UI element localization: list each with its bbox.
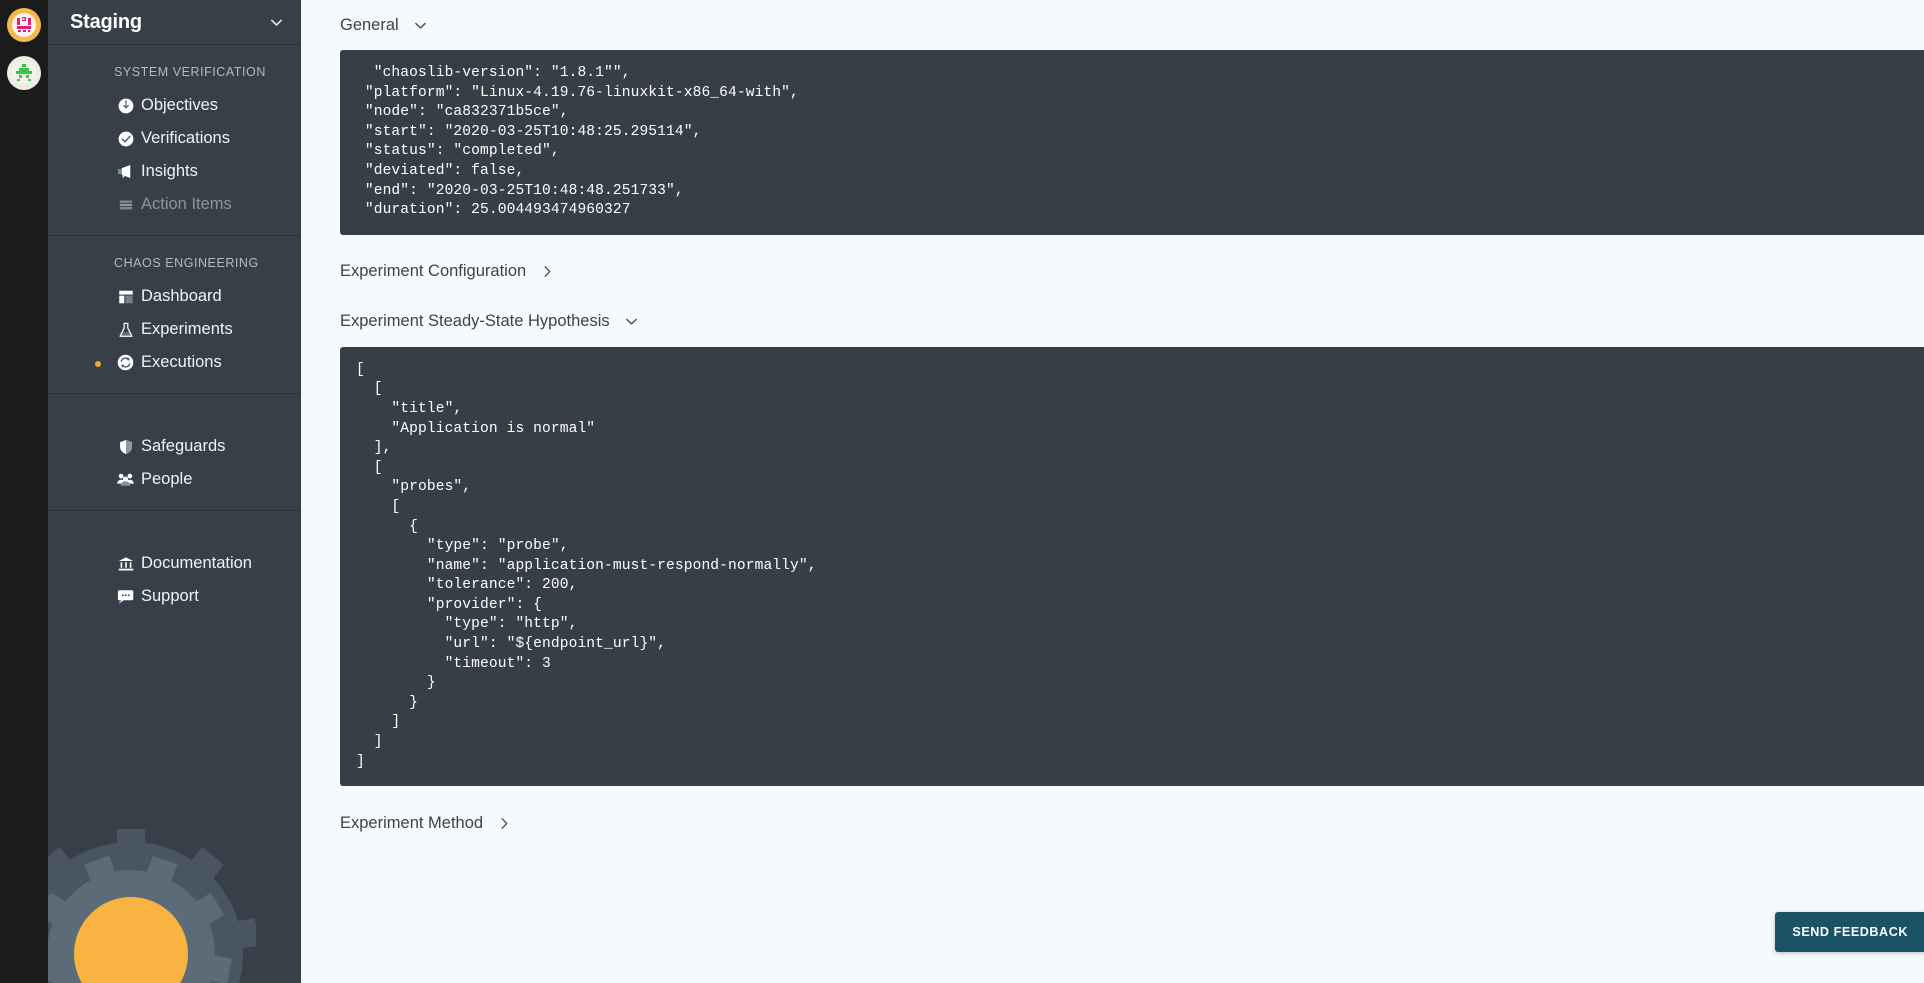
people-icon [116, 470, 135, 489]
nav-group-admin: Safeguards People [48, 394, 301, 511]
sidebar-item-insights[interactable]: Insights [48, 155, 301, 188]
sidebar-item-action-items[interactable]: Action Items [48, 188, 301, 221]
workspace-name: Staging [70, 10, 142, 33]
sidebar-item-label: Experiments [141, 320, 233, 338]
section-title: Experiment Steady-State Hypothesis [340, 312, 610, 331]
sidebar-item-dashboard[interactable]: Dashboard [48, 280, 301, 313]
pixel-avatar-green-icon [12, 61, 36, 85]
sidebar-item-executions[interactable]: Executions [48, 346, 301, 379]
dashboard-icon [116, 287, 135, 306]
chevron-right-icon[interactable] [497, 816, 512, 831]
main-content: General "chaoslib-version": "1.8.1"", "p… [301, 0, 1924, 983]
nav-section-label-system-verification: SYSTEM VERIFICATION [114, 65, 266, 79]
sidebar-item-people[interactable]: People [48, 463, 301, 496]
sidebar-item-experiments[interactable]: Experiments [48, 313, 301, 346]
sidebar-item-label: Support [141, 587, 199, 605]
flask-icon [116, 320, 135, 339]
sidebar-item-label: Verifications [141, 129, 230, 147]
chevron-down-icon[interactable] [413, 18, 428, 33]
inbox-icon [116, 195, 135, 214]
workspace-avatar-pink[interactable] [7, 8, 41, 42]
app-root: Staging SYSTEM VERIFICATION Objectives V… [0, 0, 1924, 983]
section-title: Experiment Configuration [340, 262, 527, 281]
sidebar-item-label: Insights [141, 162, 198, 180]
app-rail [0, 0, 48, 983]
shield-icon [116, 437, 135, 456]
workspace-avatar-green[interactable] [7, 56, 41, 90]
send-feedback-button[interactable]: SEND FEEDBACK [1775, 912, 1924, 952]
nav-group-spacer [48, 531, 301, 547]
sidebar-item-label: Safeguards [141, 437, 226, 455]
sidebar-item-label: Action Items [141, 195, 232, 213]
code-block-general: "chaoslib-version": "1.8.1"", "platform"… [340, 50, 1924, 235]
nav-group-system-verification: SYSTEM VERIFICATION Objectives Verificat… [48, 45, 301, 236]
sidebar-item-safeguards[interactable]: Safeguards [48, 430, 301, 463]
nav-section-label-chaos-engineering: CHAOS ENGINEERING [114, 256, 259, 270]
check-circle-icon [116, 129, 135, 148]
sidebar-item-objectives[interactable]: Objectives [48, 89, 301, 122]
chevron-right-icon[interactable] [540, 264, 555, 279]
sidebar-item-label: Objectives [141, 96, 219, 114]
section-header-experiment-configuration[interactable]: Experiment Configuration [340, 247, 1924, 297]
sidebar-item-label: Executions [141, 353, 222, 371]
chevron-down-icon[interactable] [269, 15, 283, 29]
nav-group-help: Documentation Support [48, 511, 301, 627]
pixel-avatar-pink-icon [12, 13, 36, 37]
nav-group-chaos-engineering: CHAOS ENGINEERING Dashboard Experiments … [48, 236, 301, 394]
support-icon [116, 587, 135, 606]
executions-icon [116, 353, 135, 372]
sidebar-item-label: Dashboard [141, 287, 222, 305]
chevron-down-icon[interactable] [624, 314, 639, 329]
sidebar: Staging SYSTEM VERIFICATION Objectives V… [48, 0, 301, 983]
active-indicator-dot [95, 361, 101, 367]
sidebar-item-label: Documentation [141, 554, 252, 572]
section-header-experiment-method[interactable]: Experiment Method [340, 798, 1924, 848]
sidebar-item-documentation[interactable]: Documentation [48, 547, 301, 580]
megaphone-icon [116, 162, 135, 181]
section-title: General [340, 15, 399, 34]
section-header-experiment-steady-state-hypothesis[interactable]: Experiment Steady-State Hypothesis [340, 297, 1924, 347]
sidebar-item-support[interactable]: Support [48, 580, 301, 613]
workspace-switcher[interactable]: Staging [48, 0, 301, 45]
section-header-general[interactable]: General [340, 0, 1924, 50]
code-block-steady-state-hypothesis: [ [ "title", "Application is normal" ], … [340, 346, 1924, 787]
sidebar-item-verifications[interactable]: Verifications [48, 122, 301, 155]
objectives-icon [116, 96, 135, 115]
sidebar-item-label: People [141, 470, 193, 488]
bank-icon [116, 554, 135, 573]
nav-group-spacer [48, 414, 301, 430]
section-title: Experiment Method [340, 813, 484, 832]
gear-decoration-icon [48, 829, 256, 983]
